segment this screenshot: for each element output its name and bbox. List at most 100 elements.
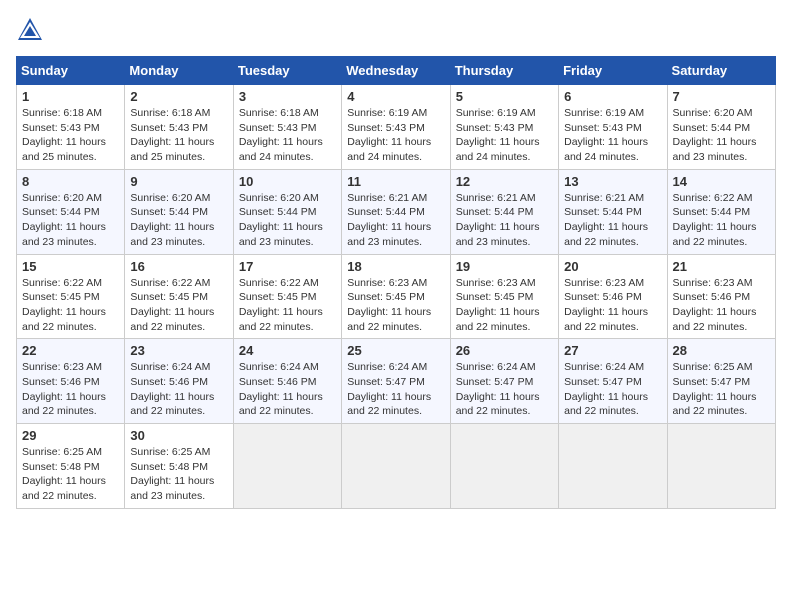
day-number: 8 bbox=[22, 174, 119, 189]
table-row: 2 Sunrise: 6:18 AM Sunset: 5:43 PM Daylig… bbox=[125, 85, 233, 170]
col-header-wednesday: Wednesday bbox=[342, 57, 450, 85]
day-number: 19 bbox=[456, 259, 553, 274]
day-number: 2 bbox=[130, 89, 227, 104]
table-row: 14 Sunrise: 6:22 AM Sunset: 5:44 PM Dayli… bbox=[667, 169, 775, 254]
day-info: Sunrise: 6:18 AM Sunset: 5:43 PM Dayligh… bbox=[239, 106, 336, 165]
table-row: 4 Sunrise: 6:19 AM Sunset: 5:43 PM Daylig… bbox=[342, 85, 450, 170]
day-info: Sunrise: 6:20 AM Sunset: 5:44 PM Dayligh… bbox=[673, 106, 770, 165]
table-row: 9 Sunrise: 6:20 AM Sunset: 5:44 PM Daylig… bbox=[125, 169, 233, 254]
table-row: 27Sunrise: 6:24 AM Sunset: 5:47 PM Dayli… bbox=[559, 339, 667, 424]
day-number: 18 bbox=[347, 259, 444, 274]
table-row: 20 Sunrise: 6:23 AM Sunset: 5:46 PM Dayli… bbox=[559, 254, 667, 339]
day-number: 28 bbox=[673, 343, 770, 358]
day-info: Sunrise: 6:23 AM Sunset: 5:45 PM Dayligh… bbox=[456, 276, 553, 335]
day-number: 10 bbox=[239, 174, 336, 189]
day-number: 25 bbox=[347, 343, 444, 358]
day-number: 1 bbox=[22, 89, 119, 104]
day-number: 4 bbox=[347, 89, 444, 104]
table-row: 22 Sunrise: 6:23 AM Sunset: 5:46 PM Dayli… bbox=[17, 339, 125, 424]
col-header-friday: Friday bbox=[559, 57, 667, 85]
table-row: 17Sunrise: 6:22 AM Sunset: 5:45 PM Dayli… bbox=[233, 254, 341, 339]
day-info: Sunrise: 6:21 AM Sunset: 5:44 PM Dayligh… bbox=[564, 191, 661, 250]
day-info: Sunrise: 6:24 AM Sunset: 5:47 PM Dayligh… bbox=[456, 360, 553, 419]
day-number: 11 bbox=[347, 174, 444, 189]
day-number: 13 bbox=[564, 174, 661, 189]
day-number: 27 bbox=[564, 343, 661, 358]
table-row: 6 Sunrise: 6:19 AM Sunset: 5:43 PM Daylig… bbox=[559, 85, 667, 170]
day-number: 3 bbox=[239, 89, 336, 104]
logo-icon bbox=[16, 16, 44, 44]
day-info: Sunrise: 6:23 AM Sunset: 5:46 PM Dayligh… bbox=[22, 360, 119, 419]
day-info: Sunrise: 6:19 AM Sunset: 5:43 PM Dayligh… bbox=[564, 106, 661, 165]
day-info: Sunrise: 6:22 AM Sunset: 5:44 PM Dayligh… bbox=[673, 191, 770, 250]
table-row: 23 Sunrise: 6:24 AM Sunset: 5:46 PM Dayli… bbox=[125, 339, 233, 424]
day-number: 6 bbox=[564, 89, 661, 104]
day-number: 23 bbox=[130, 343, 227, 358]
col-header-monday: Monday bbox=[125, 57, 233, 85]
table-row bbox=[450, 424, 558, 509]
day-number: 20 bbox=[564, 259, 661, 274]
table-row: 8 Sunrise: 6:20 AM Sunset: 5:44 PM Daylig… bbox=[17, 169, 125, 254]
table-row: 24 Sunrise: 6:24 AM Sunset: 5:46 PM Dayli… bbox=[233, 339, 341, 424]
day-info: Sunrise: 6:23 AM Sunset: 5:45 PM Dayligh… bbox=[347, 276, 444, 335]
col-header-saturday: Saturday bbox=[667, 57, 775, 85]
table-row: 5 Sunrise: 6:19 AM Sunset: 5:43 PM Daylig… bbox=[450, 85, 558, 170]
day-info: Sunrise: 6:22 AM Sunset: 5:45 PM Dayligh… bbox=[22, 276, 119, 335]
col-header-sunday: Sunday bbox=[17, 57, 125, 85]
table-row: 18 Sunrise: 6:23 AM Sunset: 5:45 PM Dayli… bbox=[342, 254, 450, 339]
table-row: 30Sunrise: 6:25 AM Sunset: 5:48 PM Dayli… bbox=[125, 424, 233, 509]
table-row: 1 Sunrise: 6:18 AM Sunset: 5:43 PM Daylig… bbox=[17, 85, 125, 170]
logo bbox=[16, 16, 48, 44]
col-header-tuesday: Tuesday bbox=[233, 57, 341, 85]
table-row: 3 Sunrise: 6:18 AM Sunset: 5:43 PM Daylig… bbox=[233, 85, 341, 170]
table-row: 13 Sunrise: 6:21 AM Sunset: 5:44 PM Dayli… bbox=[559, 169, 667, 254]
day-number: 9 bbox=[130, 174, 227, 189]
day-info: Sunrise: 6:21 AM Sunset: 5:44 PM Dayligh… bbox=[347, 191, 444, 250]
col-header-thursday: Thursday bbox=[450, 57, 558, 85]
table-row: 16 Sunrise: 6:22 AM Sunset: 5:45 PM Dayli… bbox=[125, 254, 233, 339]
day-info: Sunrise: 6:19 AM Sunset: 5:43 PM Dayligh… bbox=[456, 106, 553, 165]
table-row: 28 Sunrise: 6:25 AM Sunset: 5:47 PM Dayli… bbox=[667, 339, 775, 424]
day-info: Sunrise: 6:19 AM Sunset: 5:43 PM Dayligh… bbox=[347, 106, 444, 165]
day-info: Sunrise: 6:20 AM Sunset: 5:44 PM Dayligh… bbox=[130, 191, 227, 250]
table-row: 11 Sunrise: 6:21 AM Sunset: 5:44 PM Dayli… bbox=[342, 169, 450, 254]
table-row: 25 Sunrise: 6:24 AM Sunset: 5:47 PM Dayli… bbox=[342, 339, 450, 424]
table-row: 29 Sunrise: 6:25 AM Sunset: 5:48 PM Dayli… bbox=[17, 424, 125, 509]
day-info: Sunrise: 6:23 AM Sunset: 5:46 PM Dayligh… bbox=[673, 276, 770, 335]
day-info: Sunrise: 6:22 AM Sunset: 5:45 PM Dayligh… bbox=[239, 276, 336, 335]
day-number: 16 bbox=[130, 259, 227, 274]
day-number: 14 bbox=[673, 174, 770, 189]
day-number: 15 bbox=[22, 259, 119, 274]
table-row bbox=[233, 424, 341, 509]
day-number: 24 bbox=[239, 343, 336, 358]
day-info: Sunrise: 6:25 AM Sunset: 5:47 PM Dayligh… bbox=[673, 360, 770, 419]
calendar-table: SundayMondayTuesdayWednesdayThursdayFrid… bbox=[16, 56, 776, 509]
day-info: Sunrise: 6:23 AM Sunset: 5:46 PM Dayligh… bbox=[564, 276, 661, 335]
day-info: Sunrise: 6:25 AM Sunset: 5:48 PM Dayligh… bbox=[22, 445, 119, 504]
day-info: Sunrise: 6:18 AM Sunset: 5:43 PM Dayligh… bbox=[22, 106, 119, 165]
day-number: 7 bbox=[673, 89, 770, 104]
day-info: Sunrise: 6:20 AM Sunset: 5:44 PM Dayligh… bbox=[239, 191, 336, 250]
table-row: 7 Sunrise: 6:20 AM Sunset: 5:44 PM Daylig… bbox=[667, 85, 775, 170]
table-row: 12Sunrise: 6:21 AM Sunset: 5:44 PM Dayli… bbox=[450, 169, 558, 254]
table-row bbox=[667, 424, 775, 509]
day-number: 30 bbox=[130, 428, 227, 443]
day-number: 29 bbox=[22, 428, 119, 443]
day-info: Sunrise: 6:24 AM Sunset: 5:46 PM Dayligh… bbox=[130, 360, 227, 419]
day-info: Sunrise: 6:18 AM Sunset: 5:43 PM Dayligh… bbox=[130, 106, 227, 165]
day-number: 21 bbox=[673, 259, 770, 274]
day-number: 5 bbox=[456, 89, 553, 104]
table-row: 10 Sunrise: 6:20 AM Sunset: 5:44 PM Dayli… bbox=[233, 169, 341, 254]
day-info: Sunrise: 6:24 AM Sunset: 5:46 PM Dayligh… bbox=[239, 360, 336, 419]
day-info: Sunrise: 6:20 AM Sunset: 5:44 PM Dayligh… bbox=[22, 191, 119, 250]
page-header bbox=[16, 16, 776, 44]
day-info: Sunrise: 6:22 AM Sunset: 5:45 PM Dayligh… bbox=[130, 276, 227, 335]
table-row: 19 Sunrise: 6:23 AM Sunset: 5:45 PM Dayli… bbox=[450, 254, 558, 339]
table-row: 15 Sunrise: 6:22 AM Sunset: 5:45 PM Dayli… bbox=[17, 254, 125, 339]
day-number: 22 bbox=[22, 343, 119, 358]
table-row bbox=[559, 424, 667, 509]
day-info: Sunrise: 6:24 AM Sunset: 5:47 PM Dayligh… bbox=[347, 360, 444, 419]
day-number: 26 bbox=[456, 343, 553, 358]
table-row bbox=[342, 424, 450, 509]
table-row: 26 Sunrise: 6:24 AM Sunset: 5:47 PM Dayli… bbox=[450, 339, 558, 424]
